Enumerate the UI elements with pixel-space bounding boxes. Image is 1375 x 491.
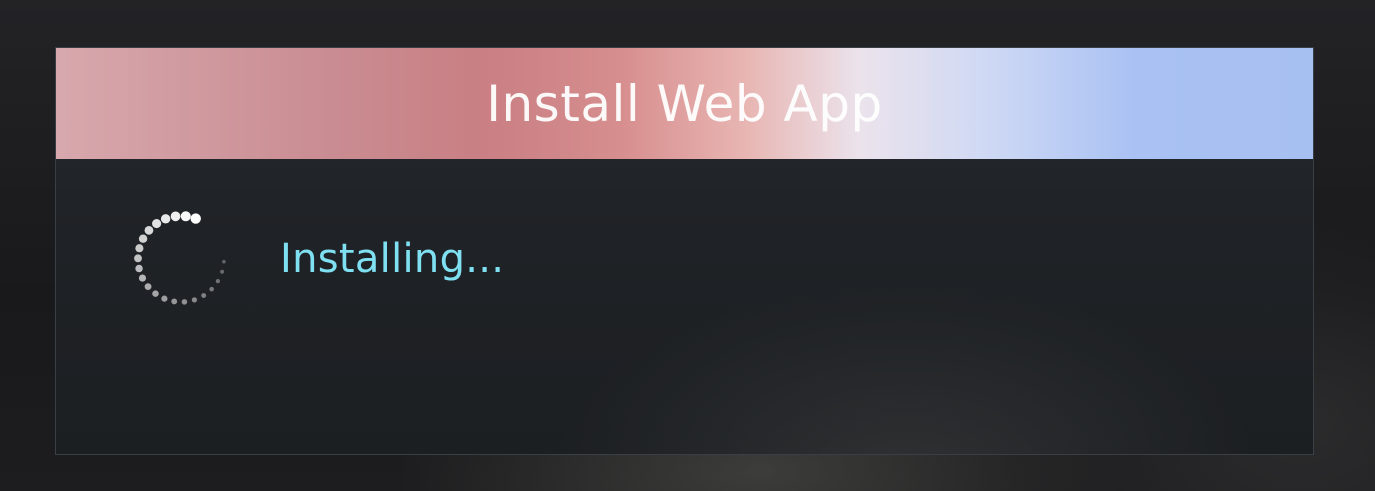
spinner-dot — [171, 298, 178, 305]
spinner-dot — [144, 283, 152, 291]
dialog-title-bar: Install Web App — [56, 48, 1313, 159]
spinner-dot — [138, 234, 148, 243]
spinner-dot — [180, 211, 191, 222]
spinner-dot — [144, 225, 154, 235]
dialog-title: Install Web App — [486, 74, 883, 133]
spinner-dot — [134, 254, 142, 263]
install-dialog: Install Web App Installing... — [55, 47, 1314, 455]
spinner-dot — [152, 290, 159, 297]
spinner-dot — [170, 211, 181, 222]
spinner-dot — [152, 219, 162, 229]
status-text: Installing... — [280, 236, 505, 282]
spinner-dot — [220, 269, 225, 274]
spinner-dot — [135, 264, 143, 273]
spinner-dot — [138, 274, 147, 282]
spinner-dot — [160, 214, 171, 224]
spinner-dot — [161, 295, 168, 302]
spinner-dot — [191, 297, 198, 303]
loading-spinner-icon — [134, 211, 226, 305]
spinner-dot — [190, 213, 201, 224]
spinner-dot — [201, 293, 207, 298]
tv-screen: Install Web App Installing... — [0, 0, 1375, 491]
spinner-dot — [135, 244, 144, 253]
spinner-dot — [215, 278, 221, 284]
spinner-dot — [222, 259, 226, 264]
spinner-dot — [181, 299, 188, 305]
spinner-dot — [209, 286, 214, 292]
status-row: Installing... — [126, 204, 504, 314]
